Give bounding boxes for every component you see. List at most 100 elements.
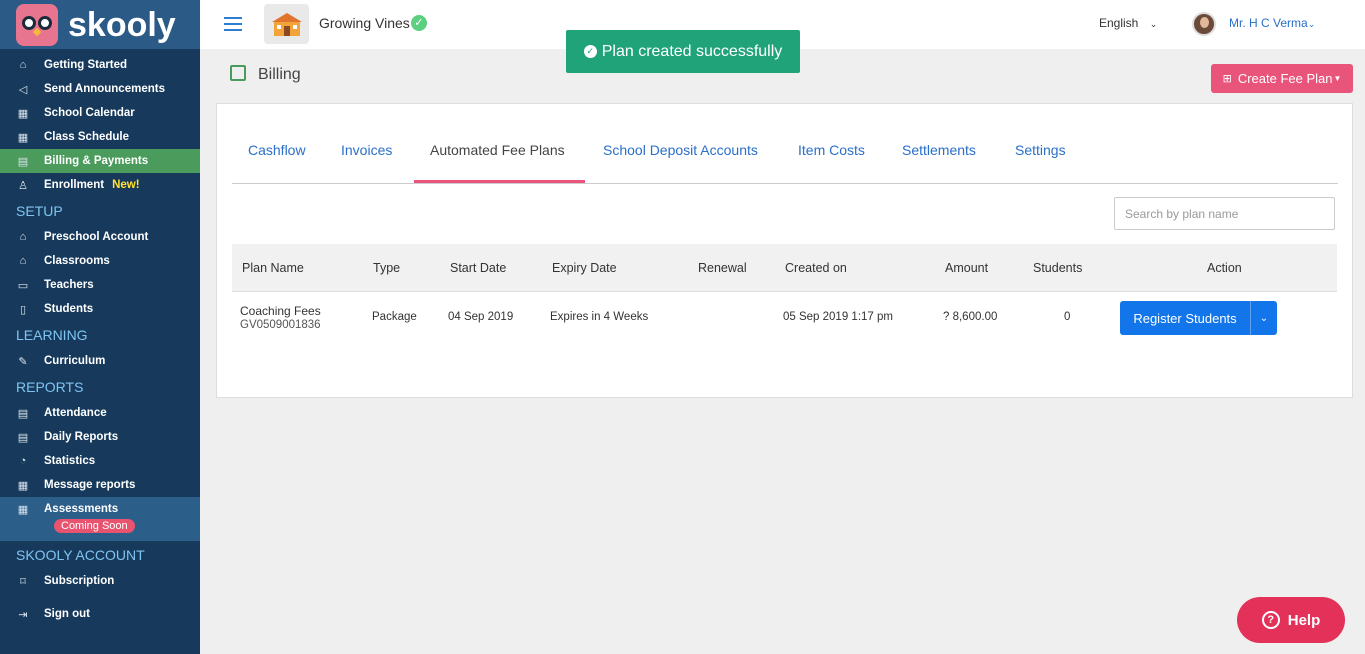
sidebar-item-subscription[interactable]: ⌑ Subscription [0,569,200,593]
sidebar-item-label: Message reports [44,479,136,491]
check-circle-icon: ✓ [583,45,597,58]
sidebar-item-sign-out[interactable]: ⇥ Sign out [0,602,200,626]
column-header: Start Date [450,261,507,275]
help-button[interactable]: ? Help [1237,597,1345,643]
school-icon: ⌂ [19,231,27,243]
message-icon: ▦ [17,479,29,492]
page-title: Billing [258,66,301,83]
help-label: Help [1287,611,1321,629]
active-tab-indicator [414,180,585,183]
language-label: English [1099,16,1139,30]
sidebar-item-statistics[interactable]: ◔ Statistics [0,449,200,473]
sidebar-item-label: Statistics [44,455,96,467]
sidebar-item-school-calendar[interactable]: ▦ School Calendar [0,101,200,125]
verified-icon: ✓ [410,15,427,31]
sidebar-nav: ⌂ Getting Started ◁ Send Announcements ▦… [0,49,200,626]
user-menu[interactable]: Mr. H C Verma⌄ [1229,16,1315,30]
sidebar: skooly ⌂ Getting Started ◁ Send Announce… [0,0,200,654]
sidebar-item-classrooms[interactable]: ⌂ Classrooms [0,249,200,273]
start-date: 04 Sep 2019 [448,311,514,323]
sidebar-item-billing-payments[interactable]: ▤ Billing & Payments [0,149,200,173]
sidebar-item-label: Enrollment [44,179,105,191]
billing-card: Cashflow Invoices Automated Fee Plans Sc… [216,103,1353,398]
sidebar-item-label: Getting Started [44,59,128,71]
student-icon: ▯ [19,303,27,316]
calendar-icon: ▦ [17,503,29,516]
tab-cashflow[interactable]: Cashflow [248,142,306,158]
sidebar-item-label: Billing & Payments [44,155,149,167]
table-row: Coaching Fees GV0509001836 Package 04 Se… [232,292,1337,342]
sidebar-item-message-reports[interactable]: ▦ Message reports [0,473,200,497]
toast-message: Plan created successfully [601,42,783,60]
create-fee-plan-label: Create Fee Plan [1237,71,1333,86]
register-students-label: Register Students [1133,310,1237,326]
sidebar-item-label: Daily Reports [44,431,119,443]
sidebar-item-label: Class Schedule [44,131,130,143]
tab-school-deposit-accounts[interactable]: School Deposit Accounts [603,142,758,158]
pie-chart-icon: ◔ [19,455,27,467]
chevron-down-icon[interactable]: ⌄ [1250,301,1277,335]
sidebar-item-label: Classrooms [44,255,110,267]
section-title-setup: SETUP [16,203,63,219]
plan-name: Coaching Fees [240,304,321,318]
tab-item-costs[interactable]: Item Costs [798,142,865,158]
section-title-reports: REPORTS [16,379,84,395]
user-add-icon: ♙ [18,179,28,192]
sidebar-item-label: Preschool Account [44,231,149,243]
tab-settlements[interactable]: Settlements [902,142,976,158]
bookmark-icon: ⌑ [20,575,26,588]
calendar-icon: ▦ [17,131,29,144]
column-header: Students [1033,261,1083,275]
plan-id: GV0509001836 [240,319,321,331]
billing-icon: ▤ [17,155,29,168]
sidebar-item-label: Teachers [44,279,94,291]
tab-automated-fee-plans[interactable]: Automated Fee Plans [430,142,565,158]
sidebar-item-assessments[interactable]: ▦ Assessments Coming Soon [0,497,200,541]
column-header: Amount [945,261,989,275]
column-header: Action [1207,261,1242,275]
teacher-icon: ▭ [17,279,29,292]
sidebar-item-send-announcements[interactable]: ◁ Send Announcements [0,77,200,101]
classroom-icon: ⌂ [19,255,27,267]
register-students-button[interactable]: Register Students ⌄ [1120,301,1277,335]
billing-tabs: Cashflow Invoices Automated Fee Plans Sc… [232,104,1338,184]
sidebar-item-label: Send Announcements [44,83,165,95]
table-header: Plan Name Type Start Date Expiry Date Re… [232,244,1337,292]
sidebar-item-label: Students [44,303,94,315]
school-name[interactable]: Growing Vines ✓ [319,15,427,31]
section-title-learning: LEARNING [16,327,88,343]
students-count: 0 [1064,311,1071,323]
plan-type: Package [372,311,417,323]
language-selector[interactable]: English ⌄ [1099,16,1157,30]
school-logo-icon [264,4,309,44]
sidebar-item-daily-reports[interactable]: ▤ Daily Reports [0,425,200,449]
user-name: Mr. H C Verma [1229,16,1308,30]
report-icon: ▤ [17,407,29,420]
menu-icon[interactable] [224,17,242,31]
column-header: Type [373,261,401,275]
school-name-text: Growing Vines [319,15,410,31]
create-fee-plan-button[interactable]: ⊞ Create Fee Plan ▼ [1211,64,1353,93]
coming-soon-badge: Coming Soon [54,519,135,533]
search-input[interactable] [1114,197,1335,230]
question-icon: ? [1261,611,1280,629]
tab-invoices[interactable]: Invoices [341,142,392,158]
calendar-icon: ▦ [17,107,29,120]
sidebar-item-label: Sign out [44,608,90,620]
sidebar-item-teachers[interactable]: ▭ Teachers [0,273,200,297]
column-header: Plan Name [242,261,304,275]
brand-logo[interactable]: skooly [0,0,200,49]
sidebar-item-curriculum[interactable]: ✎ Curriculum [0,349,200,373]
caret-down-icon: ▼ [1333,74,1342,83]
sidebar-item-preschool-account[interactable]: ⌂ Preschool Account [0,225,200,249]
sidebar-item-enrollment[interactable]: ♙ Enrollment New! [0,173,200,197]
tab-settings[interactable]: Settings [1015,142,1066,158]
sidebar-item-getting-started[interactable]: ⌂ Getting Started [0,53,200,77]
home-icon: ⌂ [19,59,27,71]
sidebar-item-class-schedule[interactable]: ▦ Class Schedule [0,125,200,149]
sidebar-item-students[interactable]: ▯ Students [0,297,200,321]
avatar[interactable] [1192,12,1216,36]
sidebar-item-attendance[interactable]: ▤ Attendance [0,401,200,425]
column-header: Expiry Date [552,261,617,275]
report-icon: ▤ [17,431,29,444]
